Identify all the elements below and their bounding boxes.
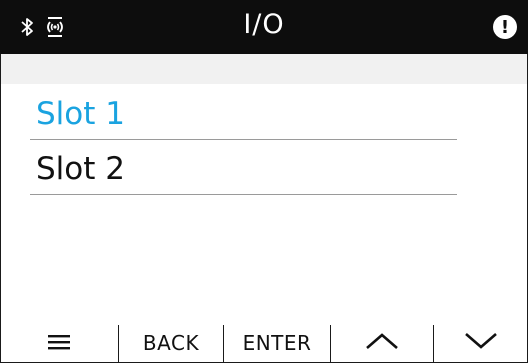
- menu-button[interactable]: [0, 323, 118, 363]
- menu-icon: [48, 331, 70, 355]
- list-item-slot-2[interactable]: Slot 2: [30, 140, 457, 195]
- chevron-up-icon: [365, 331, 399, 355]
- softkey-bar: BACK ENTER: [0, 323, 528, 363]
- scroll-up-button[interactable]: [331, 323, 433, 363]
- alert-glyph: !: [500, 16, 510, 38]
- chevron-down-icon: [464, 331, 498, 355]
- scroll-down-button[interactable]: [434, 323, 528, 363]
- list-item-slot-1[interactable]: Slot 1: [30, 85, 457, 140]
- list-item-label: Slot 2: [36, 151, 125, 187]
- subheader-band: [1, 54, 527, 84]
- back-button[interactable]: BACK: [119, 323, 223, 363]
- top-status-bar: I/O !: [0, 0, 528, 54]
- slot-list: Slot 1 Slot 2: [30, 85, 457, 195]
- list-item-label: Slot 1: [36, 96, 125, 132]
- enter-button[interactable]: ENTER: [224, 323, 330, 363]
- alert-icon[interactable]: !: [493, 15, 517, 39]
- page-title: I/O: [243, 9, 285, 40]
